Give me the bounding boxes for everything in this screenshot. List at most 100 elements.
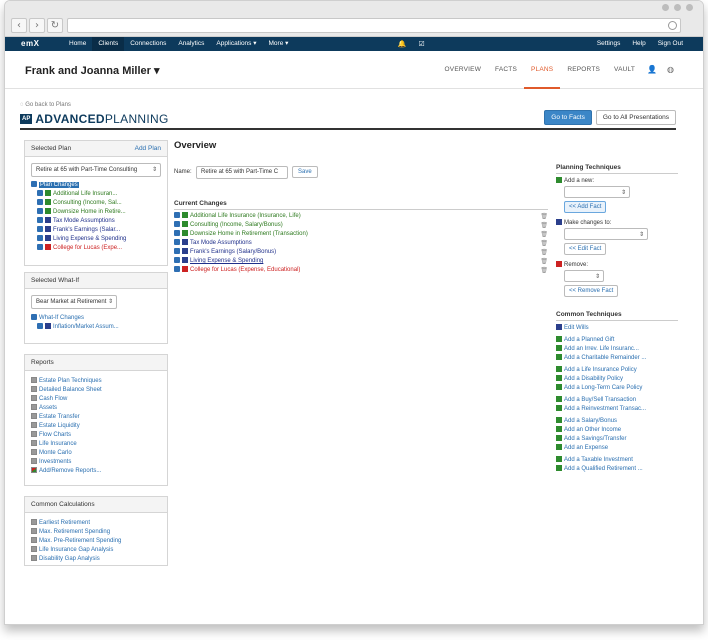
remove-fact-button[interactable]: << Remove Fact [564,285,619,297]
nav-connections[interactable]: Connections [124,37,172,51]
forward-arrow-icon[interactable]: › [29,18,45,33]
nav-analytics[interactable]: Analytics [172,37,210,51]
trash-icon[interactable]: 🗑 [540,248,548,257]
technique-item[interactable]: Add an Expense [556,444,678,453]
tab-plans[interactable]: PLANS [524,51,561,89]
calculation-label[interactable]: Max. Retirement Spending [39,529,110,535]
technique-label[interactable]: Add a Taxable Investment [564,457,633,463]
report-item[interactable]: Flow Charts [31,431,161,440]
calculation-label[interactable]: Earliest Retirement [39,520,90,526]
report-item[interactable]: Detailed Balance Sheet [31,386,161,395]
trash-icon[interactable]: 🗑 [540,239,548,248]
checkbox-icon[interactable] [174,257,180,263]
technique-item[interactable]: Add a Salary/Bonus [556,417,678,426]
technique-label[interactable]: Add a Buy/Sell Transaction [564,397,636,403]
report-item[interactable]: Investments [31,458,161,467]
calculation-item[interactable]: Max. Pre-Retirement Spending [31,537,161,546]
current-change-label[interactable]: Additional Life Insurance (Insurance, Li… [190,213,301,219]
technique-label[interactable]: Add a Life Insurance Policy [564,367,637,373]
technique-item[interactable]: Add an Other Income [556,426,678,435]
bell-icon[interactable]: 🔔 [392,37,413,51]
edit-fact-button[interactable]: << Edit Fact [564,243,607,255]
checkbox-icon[interactable] [37,190,43,196]
checkbox-icon[interactable] [37,235,43,241]
plan-change-label[interactable]: Frank's Earnings (Salar... [53,227,120,233]
plan-change-label[interactable]: Additional Life Insuran... [53,191,117,197]
technique-item[interactable]: Add a Life Insurance Policy [556,366,678,375]
plan-select[interactable]: Retire at 65 with Part-Time Consulting ⇕ [31,163,161,177]
report-item[interactable]: Estate Plan Techniques [31,377,161,386]
checkbox-icon[interactable] [174,239,180,245]
technique-label[interactable]: Add an Other Income [564,427,621,433]
calculation-item[interactable]: Disability Gap Analysis [31,555,161,564]
back-arrow-icon[interactable]: ‹ [11,18,27,33]
technique-label[interactable]: Add an Expense [564,445,608,451]
current-change-label[interactable]: College for Lucas (Expense, Educational) [190,267,300,273]
nav-clients[interactable]: Clients [92,37,125,51]
report-item[interactable]: Life Insurance [31,440,161,449]
report-item[interactable]: Estate Liquidity [31,422,161,431]
calculation-label[interactable]: Life Insurance Gap Analysis [39,547,113,553]
checkbox-icon[interactable] [174,221,180,227]
checkbox-icon[interactable] [37,226,43,232]
technique-item[interactable]: Add an Irrev. Life Insuranc... [556,345,678,354]
checkbox-icon[interactable] [31,314,37,320]
report-label[interactable]: Estate Transfer [39,414,80,420]
nav-settings[interactable]: Settings [591,37,627,51]
window-dot[interactable] [662,4,669,11]
checkbox-icon[interactable] [37,244,43,250]
nav-home[interactable]: Home [63,37,92,51]
technique-item[interactable]: Add a Savings/Transfer [556,435,678,444]
report-item[interactable]: Estate Transfer [31,413,161,422]
nav-sign-out[interactable]: Sign Out [652,37,689,51]
technique-item[interactable]: Add a Charitable Remainder ... [556,354,678,363]
calculation-label[interactable]: Disability Gap Analysis [39,556,100,562]
checkbox-icon[interactable] [37,323,43,329]
window-dot[interactable] [686,4,693,11]
technique-item[interactable]: Add a Taxable Investment [556,456,678,465]
nav-help[interactable]: Help [626,37,651,51]
tab-overview[interactable]: OVERVIEW [438,51,489,89]
technique-item[interactable]: Add a Long-Term Care Policy [556,384,678,393]
report-label[interactable]: Flow Charts [39,432,71,438]
whatif-changes-root[interactable]: What-If Changes [39,315,84,321]
refresh-icon[interactable]: ↻ [47,18,63,33]
technique-label[interactable]: Add a Charitable Remainder ... [564,355,646,361]
add-fact-button[interactable]: << Add Fact [564,201,607,213]
report-label[interactable]: Cash Flow [39,396,67,402]
trash-icon[interactable]: 🗑 [540,221,548,230]
add-plan-link[interactable]: Add Plan [135,141,161,157]
calculation-item[interactable]: Earliest Retirement [31,519,161,528]
go-to-facts-button[interactable]: Go to Facts [544,110,592,125]
technique-label[interactable]: Add a Disability Policy [564,376,623,382]
checkbox-icon[interactable] [37,217,43,223]
address-bar[interactable] [67,18,681,33]
plan-change-label[interactable]: Downsize Home in Retire... [53,209,126,215]
technique-item[interactable]: Add a Reinvestment Transac... [556,405,678,414]
current-change-label[interactable]: Downsize Home in Retirement (Transaction… [190,231,308,237]
calculation-label[interactable]: Max. Pre-Retirement Spending [39,538,121,544]
tab-facts[interactable]: FACTS [488,51,524,89]
plan-change-label[interactable]: Tax Mode Assumptions [53,218,115,224]
report-item[interactable]: Assets [31,404,161,413]
technique-item[interactable]: Add a Disability Policy [556,375,678,384]
make-changes-select[interactable]: ⇕ [564,228,648,240]
plan-change-label[interactable]: Consulting (Income, Sal... [53,200,122,206]
client-name[interactable]: Frank and Joanna Miller ▾ [25,64,160,77]
report-label[interactable]: Investments [39,459,71,465]
window-dot[interactable] [674,4,681,11]
technique-label[interactable]: Add a Savings/Transfer [564,436,626,442]
trash-icon[interactable]: 🗑 [540,257,548,266]
whatif-item[interactable]: Inflation/Market Assum... [53,324,119,330]
whatif-select[interactable]: Bear Market at Retirement ⇕ [31,295,117,309]
trash-icon[interactable]: 🗑 [540,266,548,275]
plan-name-input[interactable]: Retire at 65 with Part-Time C [196,166,288,179]
report-item[interactable]: Monte Carlo [31,449,161,458]
add-new-select[interactable]: ⇕ [564,186,630,198]
report-label[interactable]: Add/Remove Reports... [39,468,101,474]
checkbox-icon[interactable] [37,199,43,205]
trash-icon[interactable]: 🗑 [540,212,548,221]
report-label[interactable]: Life Insurance [39,441,77,447]
go-to-all-presentations-button[interactable]: Go to All Presentations [595,110,676,125]
technique-item[interactable]: Edit Wills [556,324,678,333]
